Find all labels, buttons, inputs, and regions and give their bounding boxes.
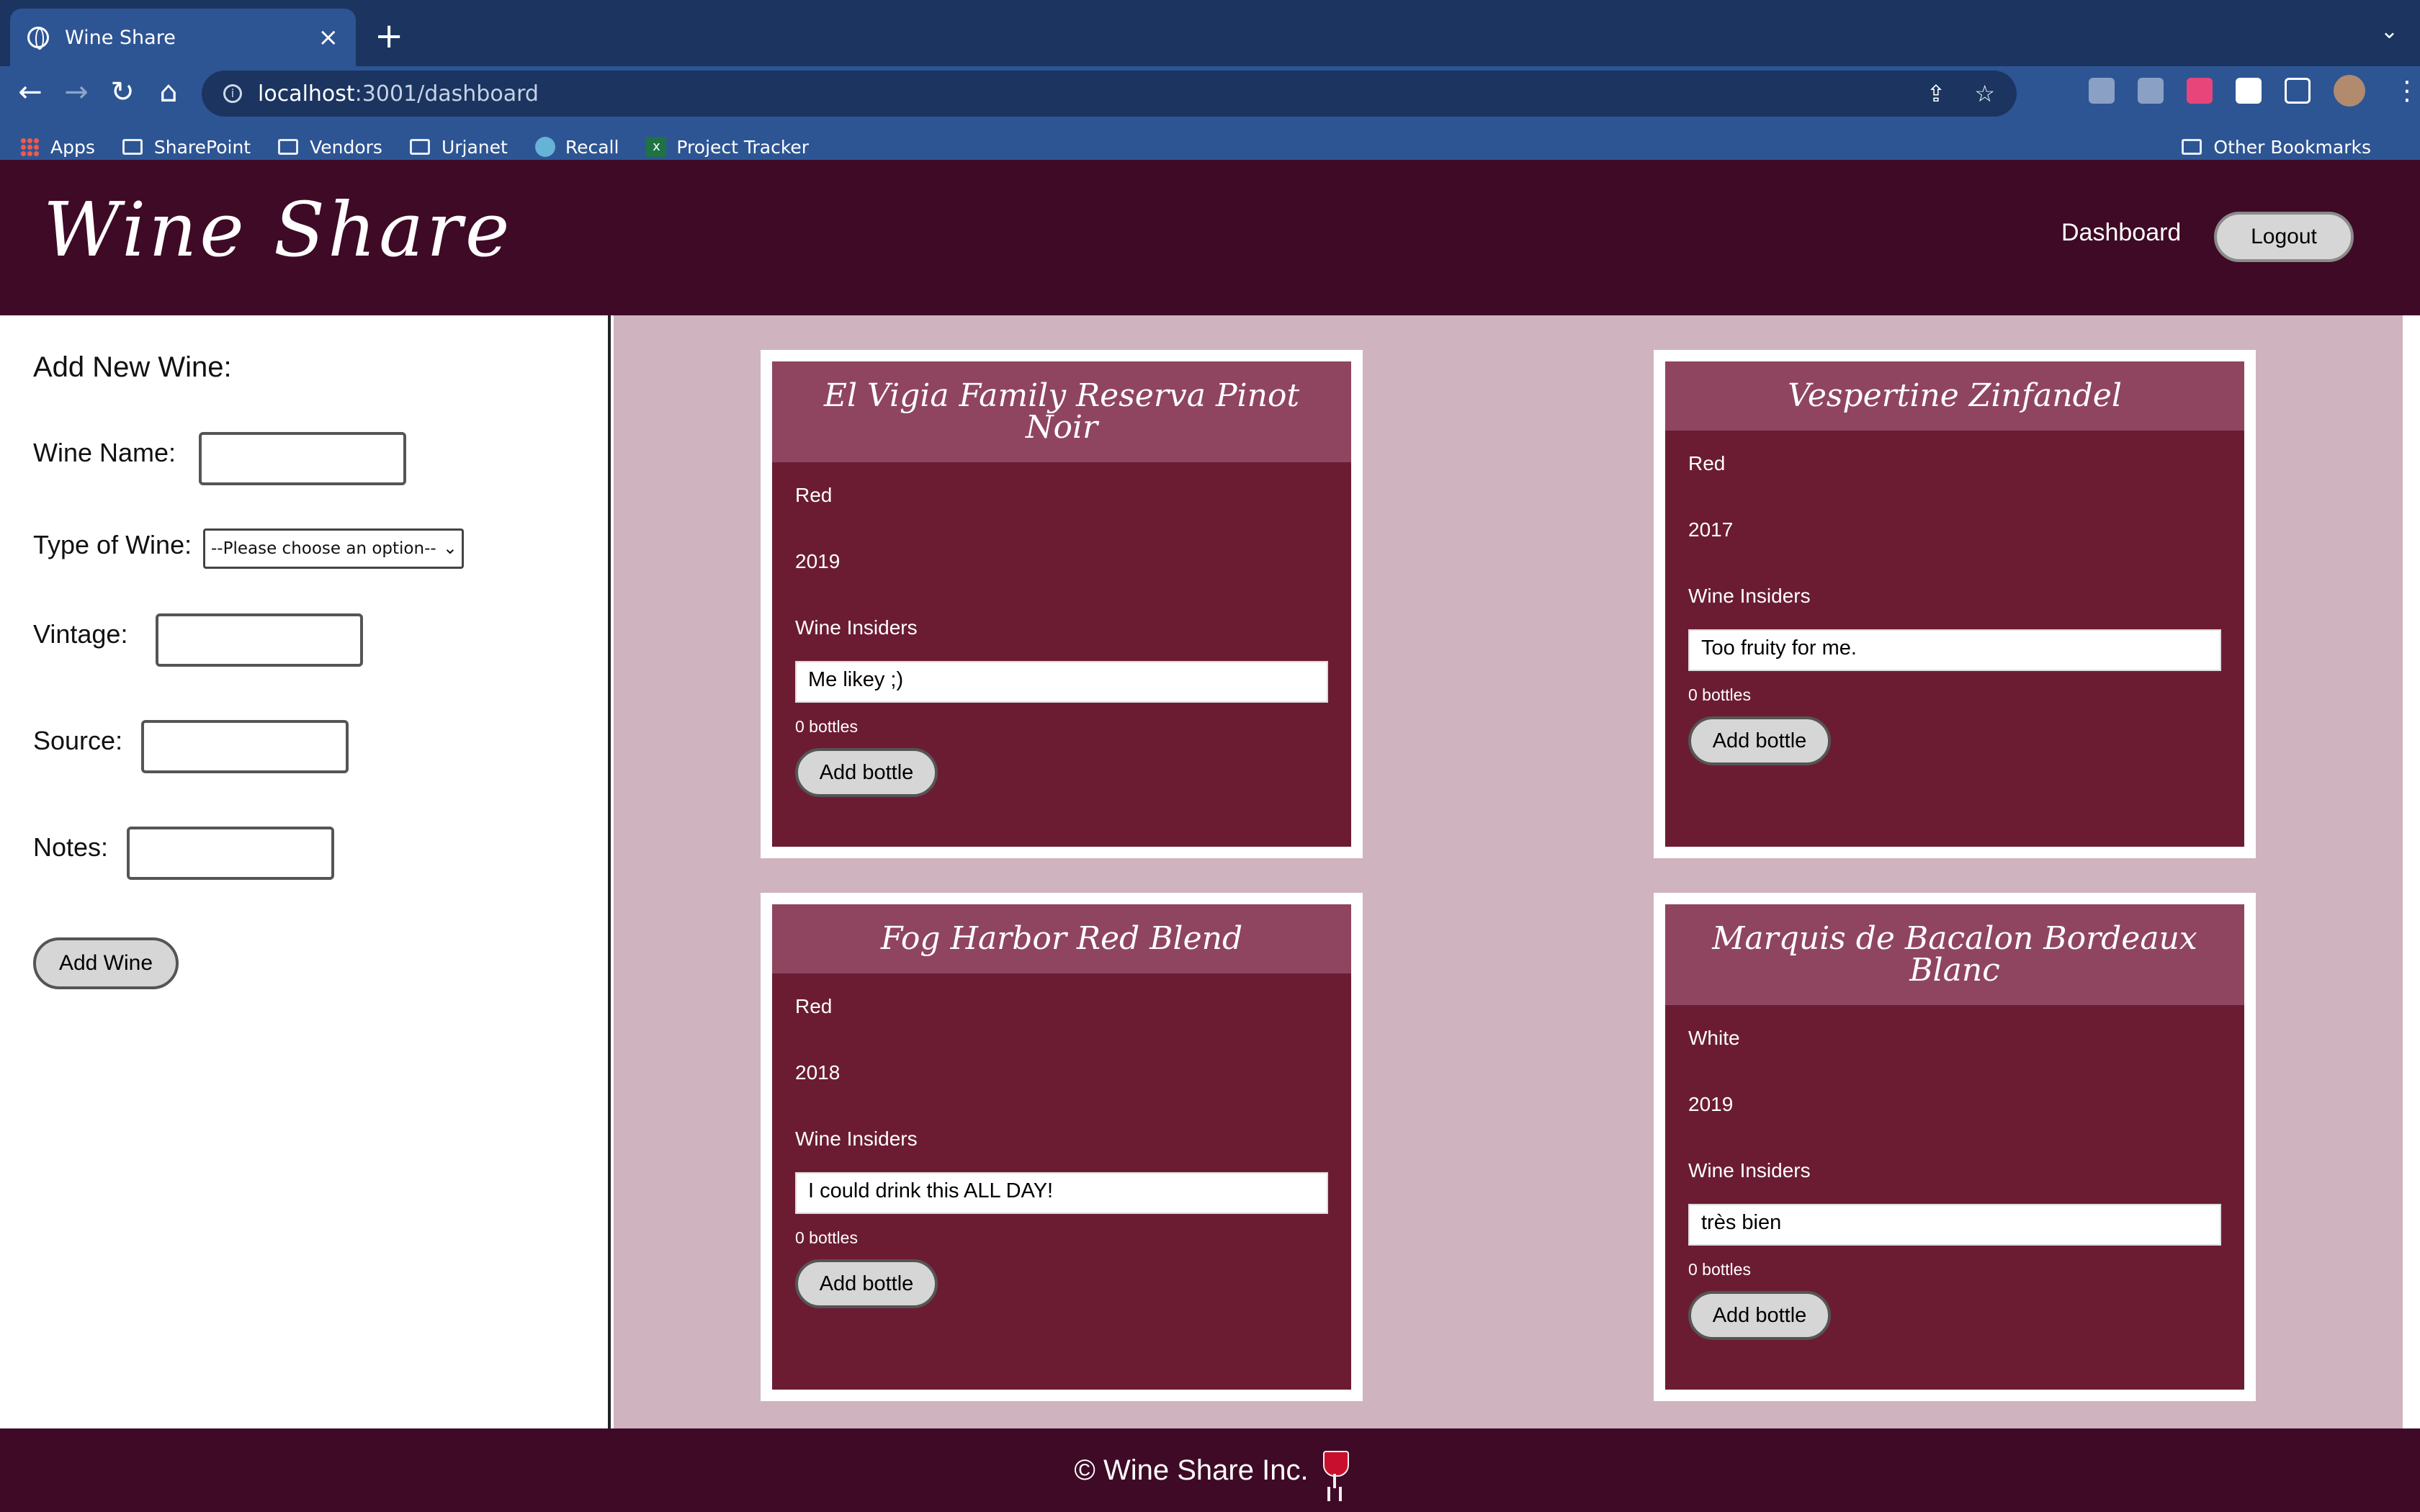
bottle-count: 0 bottles bbox=[1688, 685, 1751, 704]
bookmark-recall[interactable]: Recall bbox=[534, 137, 619, 158]
excel-icon: x bbox=[646, 137, 667, 157]
wine-card-title: Vespertine Zinfandel bbox=[1665, 361, 2244, 431]
bookmark-sharepoint[interactable]: SharePoint bbox=[122, 137, 251, 158]
wine-notes: I could drink this ALL DAY! bbox=[795, 1172, 1328, 1214]
wine-notes: Too fruity for me. bbox=[1688, 629, 2221, 671]
wine-type: Red bbox=[1688, 452, 1726, 474]
logout-button[interactable]: Logout bbox=[2214, 212, 2354, 262]
browser-toolbar: ← → ↻ ⌂ i localhost:3001/dashboard ⇪ ☆ ⋮… bbox=[0, 66, 2420, 173]
wine-notes: Me likey ;) bbox=[795, 661, 1328, 703]
chevron-down-icon: ⌄ bbox=[442, 538, 457, 558]
wine-card: El Vigia Family Reserva Pinot Noir Red 2… bbox=[761, 350, 1363, 858]
url-text: localhost:3001/dashboard bbox=[258, 81, 539, 107]
wine-card-title: Fog Harbor Red Blend bbox=[772, 904, 1351, 973]
vintage-label: Vintage: bbox=[33, 619, 128, 649]
apps-grid-icon bbox=[20, 138, 39, 156]
wine-name-input[interactable] bbox=[199, 432, 406, 485]
tab-title: Wine Share bbox=[65, 26, 176, 49]
avatar[interactable] bbox=[2334, 75, 2365, 107]
wine-name-label: Wine Name: bbox=[33, 438, 176, 467]
folder-icon bbox=[122, 139, 143, 155]
bookmark-project-tracker[interactable]: x Project Tracker bbox=[646, 137, 809, 158]
address-bar[interactable]: i localhost:3001/dashboard ⇪ ☆ bbox=[202, 71, 2017, 117]
wine-card-title: Marquis de Bacalon Bordeaux Blanc bbox=[1665, 904, 2244, 1005]
vintage-input[interactable] bbox=[156, 613, 363, 667]
wine-vintage: 2019 bbox=[795, 550, 841, 572]
wine-card: Fog Harbor Red Blend Red 2018 Wine Insid… bbox=[761, 893, 1363, 1401]
wine-card: Marquis de Bacalon Bordeaux Blanc White … bbox=[1654, 893, 2256, 1401]
back-arrow-icon[interactable]: ← bbox=[10, 72, 50, 112]
type-of-wine-select[interactable]: --Please choose an option-- ⌄ bbox=[203, 528, 464, 569]
wine-type: Red bbox=[795, 484, 833, 506]
footer-copyright: © Wine Share Inc. bbox=[1074, 1454, 1309, 1486]
add-bottle-button[interactable]: Add bottle bbox=[1688, 1291, 1831, 1340]
form-title: Add New Wine: bbox=[33, 351, 232, 383]
tab-search-chevron-icon[interactable]: ⌄ bbox=[2380, 19, 2398, 44]
browser-tab-bar: Wine Share × + ⌄ bbox=[0, 0, 2420, 66]
folder-icon bbox=[278, 139, 299, 155]
wine-source: Wine Insiders bbox=[1688, 1159, 1811, 1182]
bookmark-vendors[interactable]: Vendors bbox=[278, 137, 382, 158]
wine-notes: très bien bbox=[1688, 1204, 2221, 1246]
wine-vintage: 2018 bbox=[795, 1061, 841, 1084]
close-tab-icon[interactable]: × bbox=[318, 23, 339, 52]
recall-icon bbox=[534, 137, 555, 157]
extensions-area: ⋮ bbox=[2089, 75, 2420, 107]
footer: © Wine Share Inc. bbox=[0, 1428, 2420, 1512]
add-bottle-button[interactable]: Add bottle bbox=[795, 748, 938, 797]
wine-type: Red bbox=[795, 995, 833, 1017]
folder-icon bbox=[2182, 139, 2202, 155]
extension-icon[interactable] bbox=[2089, 78, 2115, 104]
add-bottle-button[interactable]: Add bottle bbox=[795, 1259, 938, 1308]
nav-dashboard-link[interactable]: Dashboard bbox=[2061, 219, 2181, 247]
bottle-count: 0 bottles bbox=[795, 717, 858, 736]
new-tab-icon[interactable]: + bbox=[375, 14, 403, 58]
menu-kebab-icon[interactable]: ⋮ bbox=[2394, 76, 2420, 106]
add-bottle-button[interactable]: Add bottle bbox=[1688, 716, 1831, 765]
home-icon[interactable]: ⌂ bbox=[148, 72, 189, 112]
wine-card: Vespertine Zinfandel Red 2017 Wine Insid… bbox=[1654, 350, 2256, 858]
share-icon[interactable]: ⇪ bbox=[1927, 80, 1946, 107]
browser-tab[interactable]: Wine Share × bbox=[10, 9, 356, 66]
puzzle-icon[interactable] bbox=[2236, 78, 2262, 104]
wine-source: Wine Insiders bbox=[1688, 585, 1811, 607]
bookmark-star-icon[interactable]: ☆ bbox=[1974, 80, 1995, 107]
forward-arrow-icon[interactable]: → bbox=[56, 72, 97, 112]
source-input[interactable] bbox=[141, 720, 349, 773]
wine-source: Wine Insiders bbox=[795, 1128, 918, 1150]
bookmark-apps[interactable]: Apps bbox=[20, 137, 95, 158]
folder-icon bbox=[409, 139, 430, 155]
bottle-count: 0 bottles bbox=[795, 1228, 858, 1247]
add-wine-form: Add New Wine: Wine Name: Type of Wine: -… bbox=[0, 315, 611, 1428]
wine-vintage: 2019 bbox=[1688, 1093, 1734, 1115]
site-info-icon[interactable]: i bbox=[223, 84, 242, 103]
wine-type: White bbox=[1688, 1027, 1740, 1049]
globe-icon bbox=[27, 27, 49, 50]
extension-icon[interactable] bbox=[2187, 78, 2213, 104]
extension-icon[interactable] bbox=[2138, 78, 2164, 104]
bottle-count: 0 bottles bbox=[1688, 1260, 1751, 1279]
app-header: Wine Share Dashboard Logout bbox=[0, 160, 2420, 315]
wine-grid: El Vigia Family Reserva Pinot Noir Red 2… bbox=[614, 315, 2403, 1428]
reload-icon[interactable]: ↻ bbox=[102, 72, 143, 112]
type-of-wine-label: Type of Wine: bbox=[33, 530, 192, 559]
side-panel-icon[interactable] bbox=[2285, 78, 2311, 104]
app-logo[interactable]: Wine Share bbox=[43, 186, 512, 274]
add-wine-button[interactable]: Add Wine bbox=[33, 937, 179, 989]
wine-vintage: 2017 bbox=[1688, 518, 1734, 541]
notes-input[interactable] bbox=[127, 827, 334, 880]
source-label: Source: bbox=[33, 726, 123, 755]
wine-card-title: El Vigia Family Reserva Pinot Noir bbox=[772, 361, 1351, 462]
wine-source: Wine Insiders bbox=[795, 616, 918, 639]
wine-glass-icon bbox=[1322, 1451, 1349, 1490]
bookmark-urjanet[interactable]: Urjanet bbox=[409, 137, 508, 158]
notes-label: Notes: bbox=[33, 832, 109, 862]
